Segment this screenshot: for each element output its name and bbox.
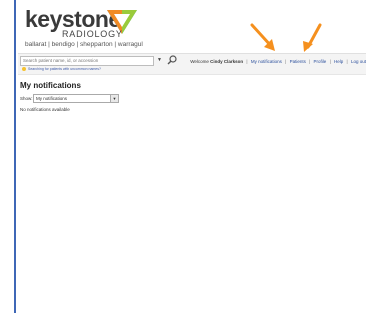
toolbar: ▼ Searching for patients with uncommon n… [18, 53, 366, 75]
notification-filter-value: My notifications [36, 96, 68, 101]
welcome-text: Welcome [190, 59, 209, 64]
search-hint-text: Searching for patients with uncommon nam… [28, 67, 101, 71]
chevron-down-icon[interactable]: ▼ [110, 95, 118, 102]
nav-separator: | [309, 59, 311, 64]
nav-separator: | [329, 59, 331, 64]
logo-subtitle: RADIOLOGY [62, 29, 123, 39]
annotation-arrow-icon [250, 23, 275, 51]
nav-log-out[interactable]: Log out [351, 59, 366, 64]
nav-profile[interactable]: Profile [314, 59, 327, 64]
nav-separator: | [285, 59, 287, 64]
top-nav: Welcome Cindy Clarkson | My notification… [190, 59, 366, 64]
logo-locations: ballarat | bendigo | shepparton | warrag… [25, 41, 143, 48]
nav-help[interactable]: Help [334, 59, 343, 64]
lightbulb-icon [22, 67, 26, 72]
annotation-arrow-icon [303, 23, 322, 52]
search-dropdown-arrow-icon[interactable]: ▼ [157, 57, 162, 63]
page-title: My notifications [20, 81, 81, 90]
nav-separator: | [246, 59, 248, 64]
search-icon[interactable] [167, 55, 177, 65]
nav-separator: | [346, 59, 348, 64]
nav-my-notifications[interactable]: My notifications [251, 59, 282, 64]
search-hint-link[interactable]: Searching for patients with uncommon nam… [22, 67, 101, 72]
notification-filter-select[interactable]: My notifications ▼ [33, 94, 119, 103]
empty-state-message: No notifications available [20, 107, 70, 112]
user-name: Cindy Clarkson [210, 59, 244, 64]
nav-patients[interactable]: Patients [290, 59, 306, 64]
show-filter-label: Show: [20, 96, 33, 101]
patient-search-input[interactable] [20, 56, 154, 66]
